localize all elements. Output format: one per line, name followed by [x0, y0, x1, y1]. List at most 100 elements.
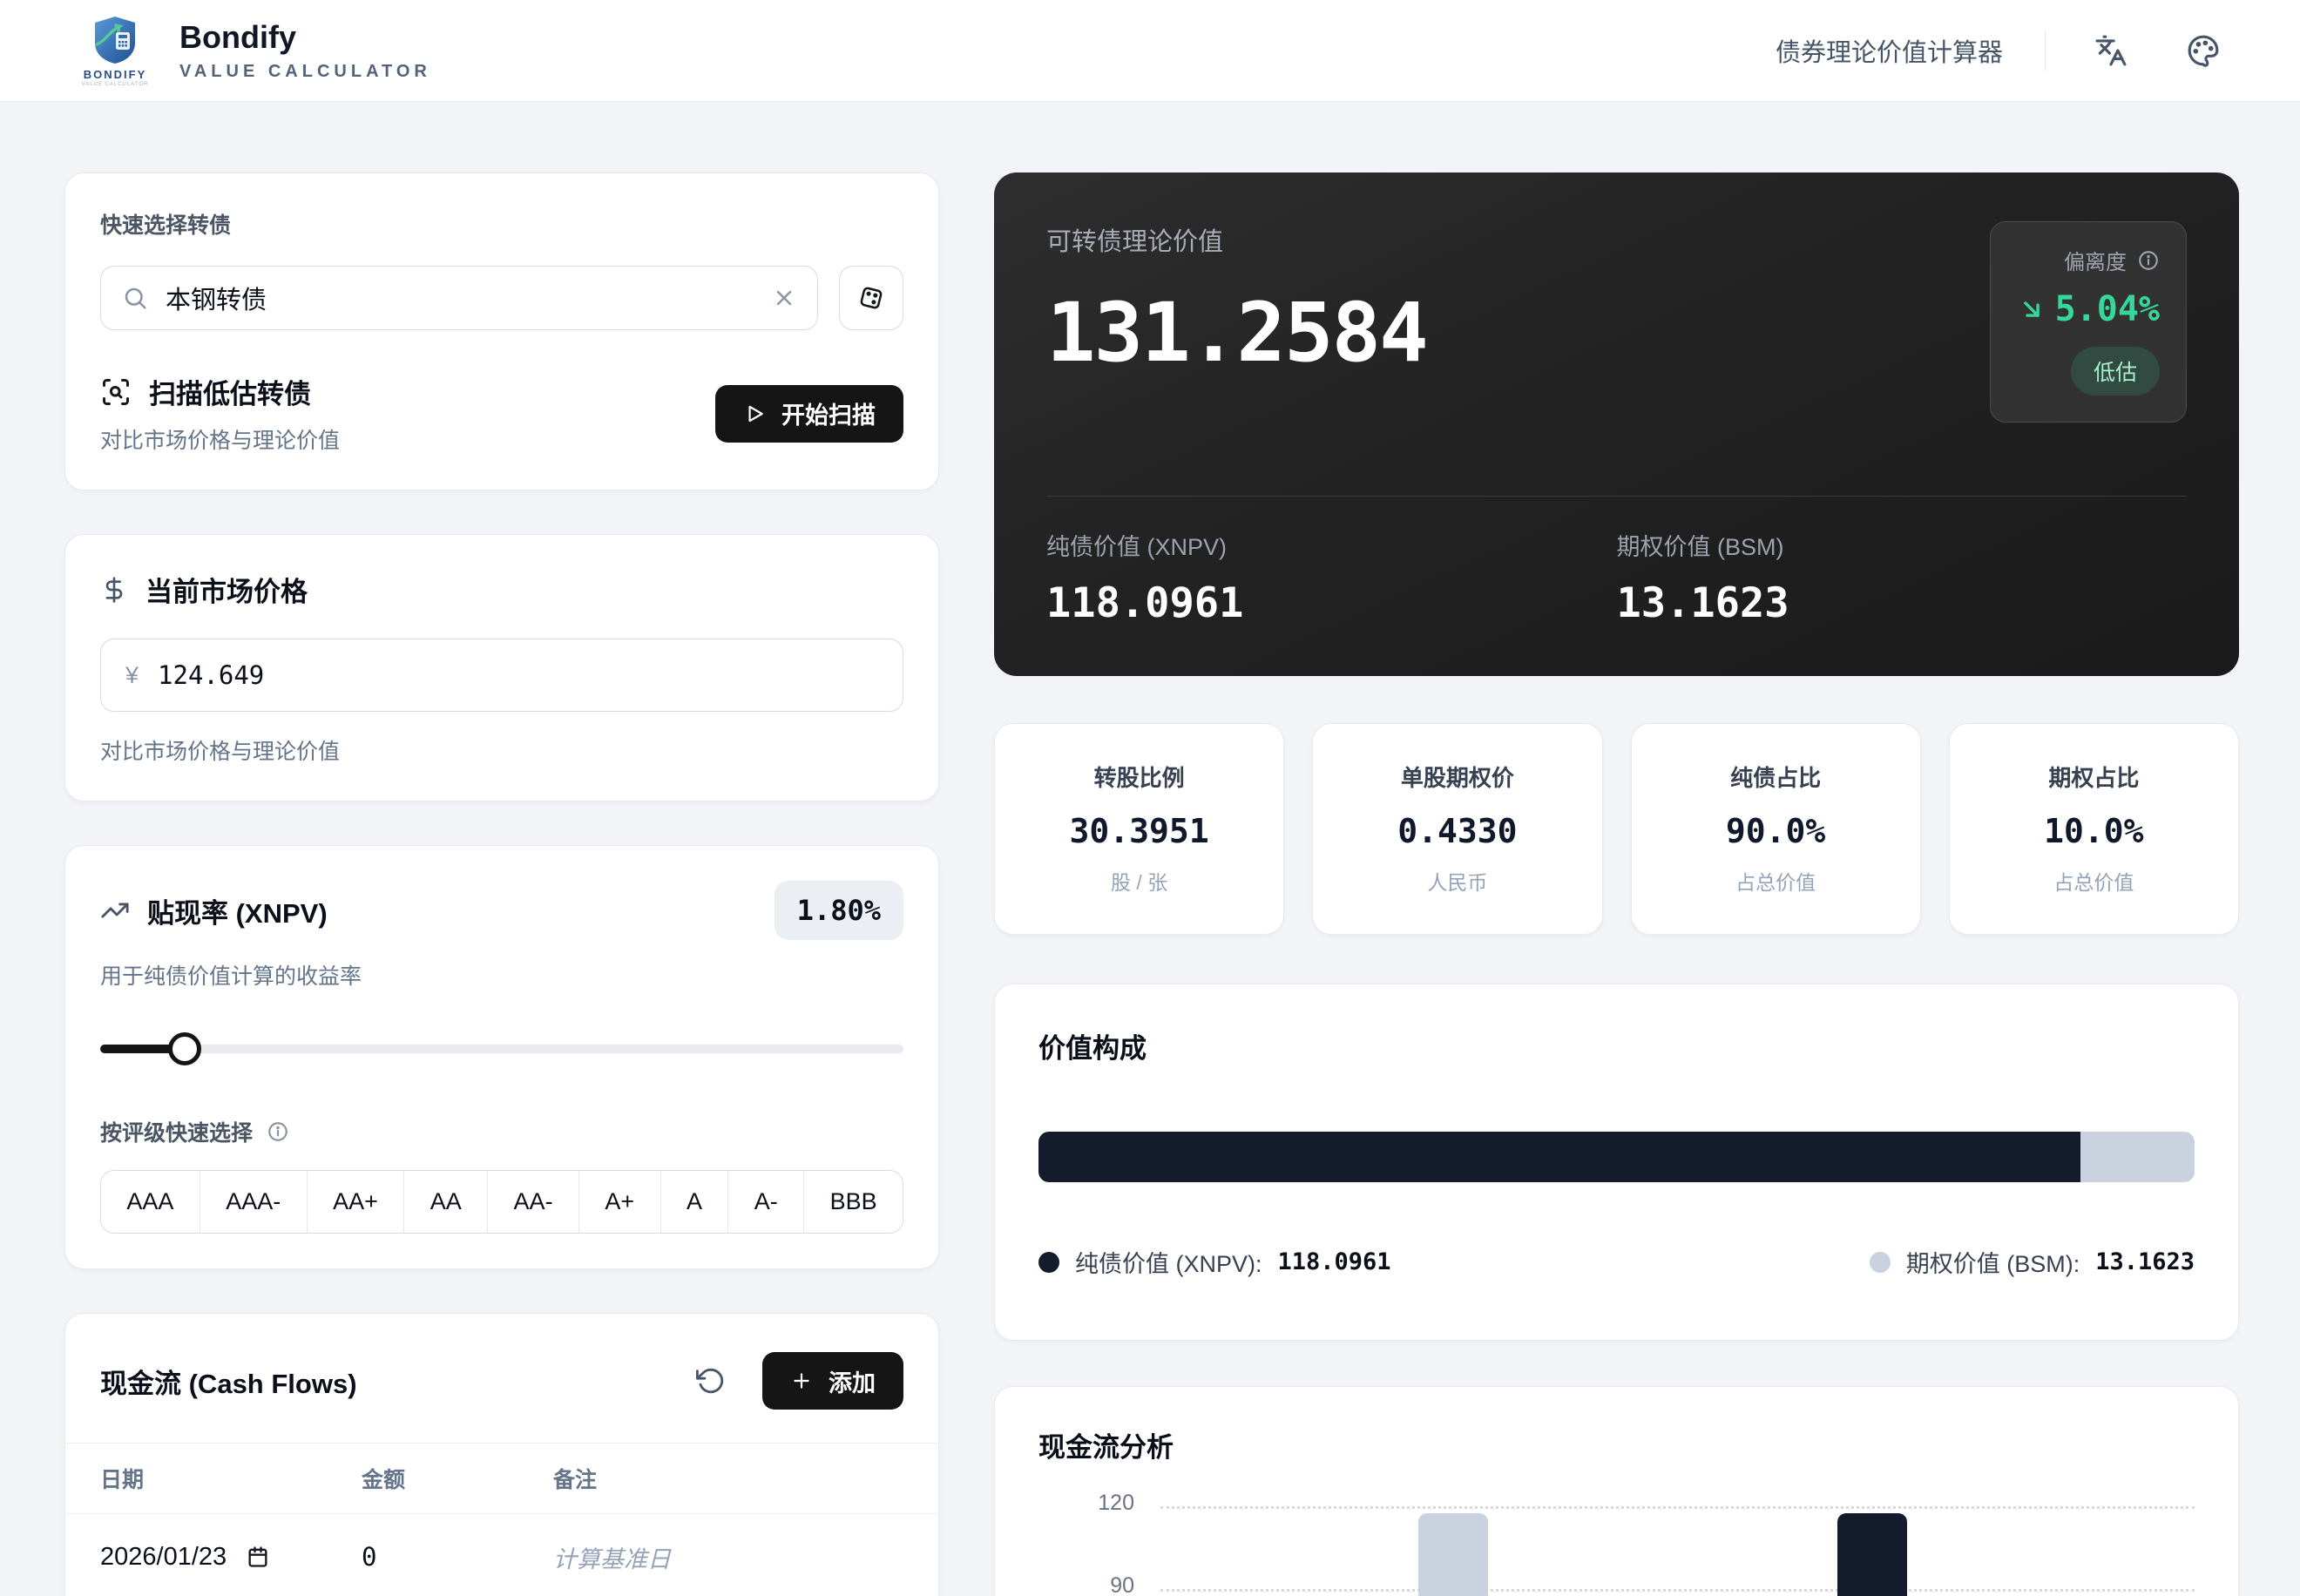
calendar-icon[interactable] — [246, 1545, 270, 1569]
legend-label: 期权价值 (BSM): — [1906, 1245, 2080, 1279]
stat-value: 90.0% — [1640, 812, 1911, 850]
market-price-input[interactable]: ¥ 124.649 — [100, 639, 903, 712]
stat-unit: 占总价值 — [1640, 866, 1911, 896]
cash-flows-header-row: 日期 金额 备注 — [65, 1443, 938, 1514]
header-divider — [2045, 30, 2046, 71]
stat-unit: 占总价值 — [1958, 866, 2229, 896]
hero-main-value-block: 可转债理论价值 131.2584 — [1046, 221, 1427, 381]
quick-select-card: 快速选择转债 本钢转债 — [64, 172, 939, 490]
stat-unit: 人民币 — [1322, 866, 1593, 896]
theoretical-value-card: 可转债理论价值 131.2584 偏离度 5.04% — [994, 172, 2239, 676]
language-toggle-button[interactable] — [2087, 27, 2134, 74]
plus-icon — [790, 1369, 813, 1392]
deviation-label: 偏离度 — [2064, 245, 2127, 275]
dice-icon — [856, 283, 886, 313]
start-scan-label: 开始扫描 — [781, 396, 876, 430]
reset-cash-flows-button[interactable] — [696, 1366, 726, 1396]
discount-rate-slider[interactable] — [100, 1032, 903, 1065]
column-header-amount: 金额 — [362, 1463, 553, 1494]
slider-thumb[interactable] — [168, 1032, 201, 1065]
info-icon — [267, 1120, 289, 1143]
arrow-down-right-icon — [2017, 294, 2046, 324]
y-axis-tick: 90 — [1038, 1573, 1134, 1596]
start-scan-button[interactable]: 开始扫描 — [715, 385, 903, 443]
discount-rate-badge: 1.80% — [775, 881, 903, 940]
legend-item-bond: 纯债价值 (XNPV): 118.0961 — [1038, 1245, 1391, 1279]
rating-button-bbb[interactable]: BBB — [803, 1171, 903, 1233]
logo-wordmark: BONDIFY — [84, 68, 147, 81]
composition-stacked-bar — [1038, 1132, 2195, 1182]
option-value: 13.1623 — [1617, 579, 2188, 627]
cash-flow-bar-chart: 120 90 — [1038, 1489, 2195, 1596]
rating-quick-label: 按评级快速选择 — [100, 1116, 253, 1147]
discount-subtitle: 用于纯债价值计算的收益率 — [100, 959, 903, 991]
rating-button-aa[interactable]: AA — [403, 1171, 487, 1233]
cash-flows-card: 现金流 (Cash Flows) 添加 日期 — [64, 1313, 939, 1596]
cash-flow-chart-title: 现金流分析 — [1038, 1425, 2195, 1464]
clear-search-button[interactable] — [772, 286, 796, 310]
amount-cell[interactable]: 0 — [362, 1542, 553, 1572]
rating-button-a-plus[interactable]: A+ — [578, 1171, 660, 1233]
stat-value: 30.3951 — [1004, 812, 1275, 850]
rotate-ccw-icon — [696, 1366, 726, 1396]
rating-button-a[interactable]: A — [660, 1171, 728, 1233]
note-cell[interactable]: 计算基准日 — [553, 1540, 903, 1574]
search-row: 本钢转债 — [100, 266, 903, 330]
scan-title: 扫描低估转债 — [149, 372, 311, 411]
close-icon — [772, 286, 796, 310]
scan-search-icon — [100, 376, 132, 408]
hero-top: 可转债理论价值 131.2584 偏离度 5.04% — [1046, 221, 2187, 423]
cash-flows-title: 现金流 (Cash Flows) — [100, 1362, 357, 1401]
rating-button-a-minus[interactable]: A- — [727, 1171, 803, 1233]
deviation-value-row: 5.04% — [2017, 289, 2160, 329]
discount-head: 贴现率 (XNPV) 1.80% — [100, 881, 903, 940]
discount-rate-card: 贴现率 (XNPV) 1.80% 用于纯债价值计算的收益率 按评级快速选择 AA… — [64, 845, 939, 1269]
legend-value: 13.1623 — [2095, 1248, 2195, 1275]
add-cash-flow-button[interactable]: 添加 — [762, 1352, 903, 1410]
rating-button-aa-minus[interactable]: AA- — [487, 1171, 578, 1233]
scan-text-block: 扫描低估转债 对比市场价格与理论价值 — [100, 372, 340, 455]
discount-title-row: 贴现率 (XNPV) — [100, 891, 328, 930]
slider-track[interactable] — [100, 1045, 903, 1053]
rating-button-group: AAA AAA- AA+ AA AA- A+ A A- BBB — [100, 1170, 903, 1234]
scan-subtitle: 对比市场价格与理论价值 — [100, 423, 340, 455]
hero-label: 可转债理论价值 — [1046, 221, 1427, 258]
cash-flow-row: 2026/01/23 0 计算基准日 — [65, 1514, 938, 1596]
rating-button-aaa-minus[interactable]: AAA- — [200, 1171, 307, 1233]
theme-palette-button[interactable] — [2180, 27, 2227, 74]
app-title: Bondify — [179, 19, 431, 56]
scan-title-row: 扫描低估转债 — [100, 372, 340, 411]
bond-value: 118.0961 — [1046, 579, 1617, 627]
bond-value-segment — [1038, 1132, 2080, 1182]
rating-button-aaa[interactable]: AAA — [101, 1171, 200, 1233]
languages-icon — [2094, 34, 2128, 67]
theoretical-value: 131.2584 — [1046, 286, 1427, 381]
stats-row: 转股比例 30.3951 股 / 张 单股期权价 0.4330 人民币 纯债占比… — [994, 723, 2239, 935]
legend-label: 纯债价值 (XNPV): — [1075, 1245, 1262, 1279]
cash-flows-actions: 添加 — [696, 1352, 903, 1410]
currency-symbol: ¥ — [125, 662, 139, 689]
search-input-value: 本钢转债 — [166, 280, 772, 316]
option-value-segment — [2080, 1132, 2195, 1182]
stat-label: 纯债占比 — [1640, 761, 1911, 793]
deviation-label-row: 偏离度 — [2017, 245, 2160, 275]
composition-title: 价值构成 — [1038, 1026, 2195, 1065]
brand-text: Bondify VALUE CALCULATOR — [179, 19, 431, 82]
rating-button-aa-plus[interactable]: AA+ — [307, 1171, 404, 1233]
date-cell[interactable]: 2026/01/23 — [100, 1543, 362, 1572]
random-bond-button[interactable] — [839, 266, 903, 330]
value-composition-card: 价值构成 纯债价值 (XNPV): 118.0961 期权价值 (BSM): 1… — [994, 984, 2239, 1341]
date-value: 2026/01/23 — [100, 1543, 227, 1572]
stat-value: 0.4330 — [1322, 812, 1593, 850]
rating-label-row: 按评级快速选择 — [100, 1116, 903, 1147]
legend-dot-light — [1870, 1252, 1891, 1273]
legend-item-option: 期权价值 (BSM): 13.1623 — [1870, 1245, 2195, 1279]
palette-icon — [2187, 34, 2220, 67]
quick-select-label: 快速选择转债 — [100, 208, 903, 240]
trending-up-icon — [100, 896, 130, 925]
bond-search-input[interactable]: 本钢转债 — [100, 266, 818, 330]
stat-card-option-price-per-share: 单股期权价 0.4330 人民币 — [1312, 723, 1602, 935]
cash-flows-head: 现金流 (Cash Flows) 添加 — [65, 1314, 938, 1443]
bondify-logo-icon — [90, 15, 140, 65]
discount-title: 贴现率 (XNPV) — [147, 891, 328, 930]
